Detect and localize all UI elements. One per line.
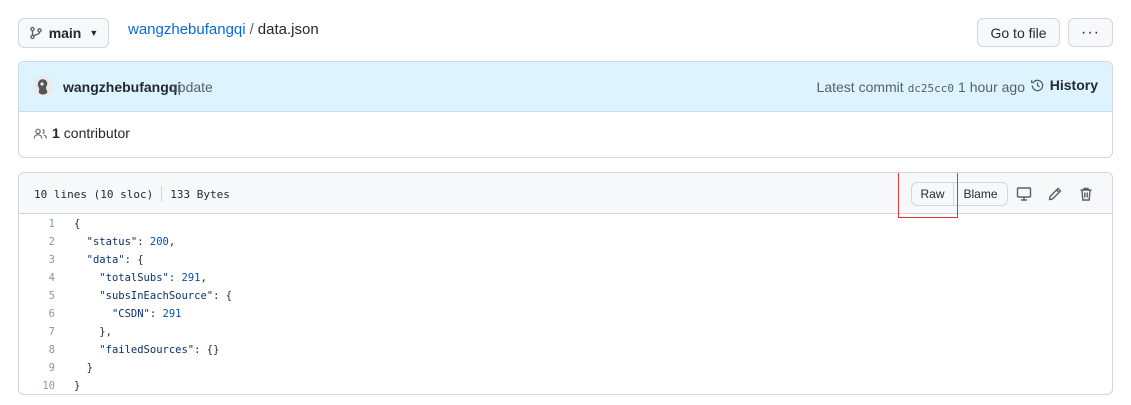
breadcrumb: wangzhebufangqi / data.json [128, 20, 319, 40]
line-number[interactable]: 3 [19, 254, 57, 266]
contributors-count: 1 [52, 125, 60, 141]
latest-commit-bar: wangzhebufangqi update Latest commit dc2… [19, 62, 1112, 112]
file-info: 10 lines (10 sloc) 133 Bytes [34, 186, 230, 202]
code-line: 3 "data": { [19, 251, 1112, 269]
history-label: History [1049, 77, 1098, 93]
file-name: data.json [257, 21, 319, 38]
commit-time: 1 hour ago [958, 79, 1025, 95]
desktop-icon[interactable] [1015, 185, 1033, 203]
avatar[interactable] [33, 76, 53, 96]
line-number[interactable]: 6 [19, 308, 57, 320]
line-content: { [74, 218, 81, 230]
code-line: 7 }, [19, 323, 1112, 341]
contributors-row[interactable]: 1 contributor [33, 125, 130, 141]
code-line: 4 "totalSubs": 291, [19, 269, 1112, 287]
divider [161, 186, 163, 202]
latest-commit-label: Latest commit [816, 79, 904, 95]
line-content: "data": { [86, 254, 144, 266]
line-number[interactable]: 7 [19, 326, 57, 338]
contributors-label: contributor [63, 125, 130, 141]
commit-box: wangzhebufangqi update Latest commit dc2… [18, 61, 1113, 158]
code-line: 1{ [19, 215, 1112, 233]
line-number[interactable]: 5 [19, 290, 57, 302]
code-view: 1{2 "status": 200, 3 "data": {4 "totalSub… [19, 215, 1112, 394]
line-content: "CSDN": 291 [111, 308, 182, 320]
line-number[interactable]: 9 [19, 362, 57, 374]
line-number[interactable]: 10 [19, 380, 57, 392]
line-content: } [74, 380, 81, 392]
code-line: 9 } [19, 359, 1112, 377]
raw-button-highlight [898, 173, 958, 218]
file-header: 10 lines (10 sloc) 133 Bytes Raw Blame [19, 173, 1112, 218]
commit-message-link[interactable]: update [170, 79, 213, 95]
repo-link[interactable]: wangzhebufangqi [128, 21, 246, 38]
line-content: "totalSubs": 291, [99, 272, 207, 284]
chevron-down-icon: ▼ [89, 28, 99, 38]
code-line: 6 "CSDN": 291 [19, 305, 1112, 323]
breadcrumb-separator: / [249, 21, 254, 38]
branch-icon [29, 26, 43, 40]
line-content: "status": 200, [86, 236, 176, 248]
line-content: "failedSources": {} [99, 344, 220, 356]
branch-name: main [48, 25, 82, 41]
branch-select-button[interactable]: main ▼ [18, 18, 109, 48]
line-number[interactable]: 4 [19, 272, 57, 284]
code-line: 10} [19, 377, 1112, 394]
commit-author-link[interactable]: wangzhebufangqi [63, 79, 181, 95]
kebab-icon: ··· [1081, 23, 1100, 41]
trash-icon[interactable] [1077, 185, 1095, 203]
line-number[interactable]: 1 [19, 218, 57, 230]
file-size: 133 Bytes [170, 187, 230, 201]
line-number[interactable]: 8 [19, 344, 57, 356]
line-content: } [74, 362, 93, 374]
line-content: }, [74, 326, 112, 338]
code-line: 8 "failedSources": {} [19, 341, 1112, 359]
more-options-button[interactable]: ··· [1068, 18, 1113, 47]
code-line: 5 "subsInEachSource": { [19, 287, 1112, 305]
line-content: "subsInEachSource": { [99, 290, 233, 302]
file-lines-info: 10 lines (10 sloc) [34, 187, 154, 201]
people-icon [33, 127, 48, 140]
commit-sha-link[interactable]: dc25cc0 [908, 82, 954, 95]
pencil-icon[interactable] [1046, 185, 1064, 203]
file-viewer: 10 lines (10 sloc) 133 Bytes Raw Blame 1… [18, 172, 1113, 395]
go-to-file-button[interactable]: Go to file [977, 18, 1060, 47]
commit-meta: Latest commit dc25cc0 1 hour ago [817, 79, 1025, 95]
history-icon [1030, 78, 1045, 93]
history-link[interactable]: History [1030, 77, 1098, 93]
line-number[interactable]: 2 [19, 236, 57, 248]
code-line: 2 "status": 200, [19, 233, 1112, 251]
blame-button[interactable]: Blame [953, 182, 1008, 206]
